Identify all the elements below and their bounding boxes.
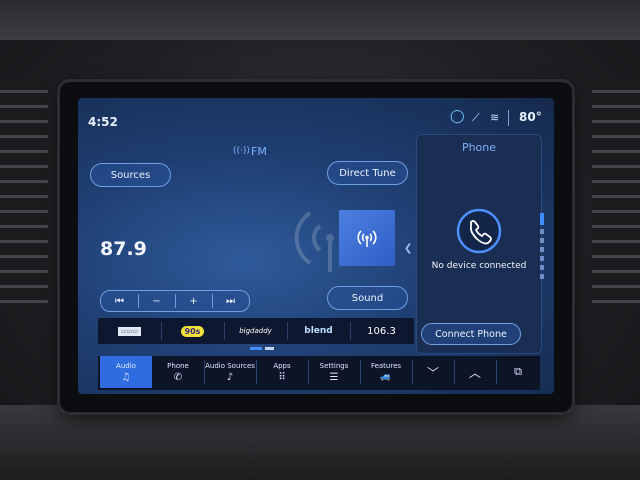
connect-phone-button[interactable]: Connect Phone: [421, 323, 521, 345]
settings-sliders-icon: ☰: [329, 371, 339, 383]
phone-status: No device connected: [431, 261, 527, 271]
clock: 4:52: [88, 115, 118, 129]
infotainment-screen: 4:52 ◯ ⟋ ≋ 80° ((·)) FM Sources Direct T…: [78, 98, 554, 394]
station-frequency: 87.9: [100, 238, 147, 260]
preset-2[interactable]: 90s: [161, 322, 224, 340]
nav-phone[interactable]: Phone ✆: [152, 356, 204, 388]
page-indicator: [250, 347, 274, 350]
sound-button[interactable]: Sound: [327, 286, 408, 310]
phone-panel: Phone No device connected Connect Phone: [416, 134, 542, 354]
no-signal-icon: ⟋: [472, 111, 480, 124]
radio-tower-icon: [357, 230, 377, 247]
direct-tune-label: Direct Tune: [339, 167, 396, 179]
tuning-controls: ⏮ − + ⏭: [100, 290, 250, 312]
direct-tune-button[interactable]: Direct Tune: [327, 161, 408, 185]
preset-4[interactable]: blend: [287, 322, 350, 340]
status-separator: [508, 110, 509, 126]
plus-icon: +: [189, 295, 198, 307]
dashboard-top: [0, 0, 640, 40]
source-label: FM: [251, 145, 267, 158]
sound-label: Sound: [351, 292, 384, 304]
broadcast-small-icon: ((·)): [233, 146, 250, 156]
outside-temperature: 80°: [519, 110, 542, 124]
audio-sources-icon: ♪: [226, 371, 234, 383]
minus-icon: −: [152, 295, 161, 307]
tune-down-button[interactable]: −: [138, 291, 175, 311]
seek-back-button[interactable]: ⏮: [101, 291, 138, 311]
chevron-up-icon: ︿: [468, 365, 481, 380]
air-vent-right: [592, 78, 640, 308]
music-note-icon: ♫: [121, 371, 131, 383]
preset-3[interactable]: bigdaddy: [224, 322, 287, 340]
nav-apps[interactable]: Apps ⠿: [256, 356, 308, 388]
scroll-indicator: [540, 213, 544, 279]
switch-layout-button[interactable]: ⧉: [498, 356, 538, 388]
nav-features[interactable]: Features 🚙: [360, 356, 412, 388]
phone-icon: [456, 208, 502, 254]
phone-panel-title: Phone: [461, 141, 497, 154]
nav-settings-label: Settings: [319, 361, 349, 370]
nav-audio-label: Audio: [116, 361, 136, 370]
nav-apps-label: Apps: [273, 361, 291, 370]
air-vent-left: [0, 78, 48, 308]
wifi-icon: ≋: [490, 111, 500, 124]
preset-1[interactable]: ▭▭▭: [98, 322, 161, 340]
preset-2-logo: 90s: [180, 325, 205, 337]
preset-5[interactable]: 106.3: [350, 322, 413, 340]
seek-forward-icon: ⏭: [226, 295, 235, 307]
nav-settings[interactable]: Settings ☰: [308, 356, 360, 388]
preset-3-logo: bigdaddy: [239, 327, 272, 335]
phone-icon: ✆: [173, 371, 183, 383]
preset-4-logo: blend: [304, 326, 333, 336]
connect-phone-label: Connect Phone: [435, 328, 507, 340]
dashboard-bottom: [0, 405, 640, 480]
seek-forward-button[interactable]: ⏭: [212, 291, 249, 311]
preset-5-label: 106.3: [367, 325, 396, 337]
chevron-left-icon[interactable]: ❮: [404, 243, 412, 254]
expand-panel-button[interactable]: ︿: [456, 356, 494, 388]
sources-button[interactable]: Sources: [90, 163, 171, 187]
car-icon: 🚙: [380, 372, 392, 382]
divider: [412, 360, 413, 384]
collapse-panel-button[interactable]: ﹀: [414, 356, 452, 388]
preset-1-logo: ▭▭▭: [117, 326, 141, 336]
status-bar: 4:52 ◯ ⟋ ≋ 80°: [78, 98, 554, 138]
nav-phone-label: Phone: [167, 361, 189, 370]
tune-up-button[interactable]: +: [175, 291, 212, 311]
divider: [454, 360, 455, 384]
layout-icon: ⧉: [514, 365, 522, 378]
preset-bar: ▭▭▭ 90s bigdaddy blend 106.3: [98, 318, 414, 344]
chevron-down-icon: ﹀: [426, 365, 439, 380]
seek-back-icon: ⏮: [115, 295, 124, 307]
nav-audio-sources-label: Audio Sources: [205, 361, 255, 370]
nav-audio[interactable]: Audio ♫: [100, 356, 152, 388]
bottom-nav: Audio ♫ Phone ✆ Audio Sources ♪ Apps ⠿ S…: [98, 356, 540, 390]
nav-audio-sources[interactable]: Audio Sources ♪: [204, 356, 256, 388]
apps-grid-icon: ⠿: [278, 371, 286, 383]
sources-label: Sources: [110, 169, 151, 181]
assistant-icon[interactable]: ◯: [450, 109, 465, 124]
nav-features-label: Features: [370, 362, 402, 370]
station-art: [339, 210, 395, 266]
divider: [496, 360, 497, 384]
